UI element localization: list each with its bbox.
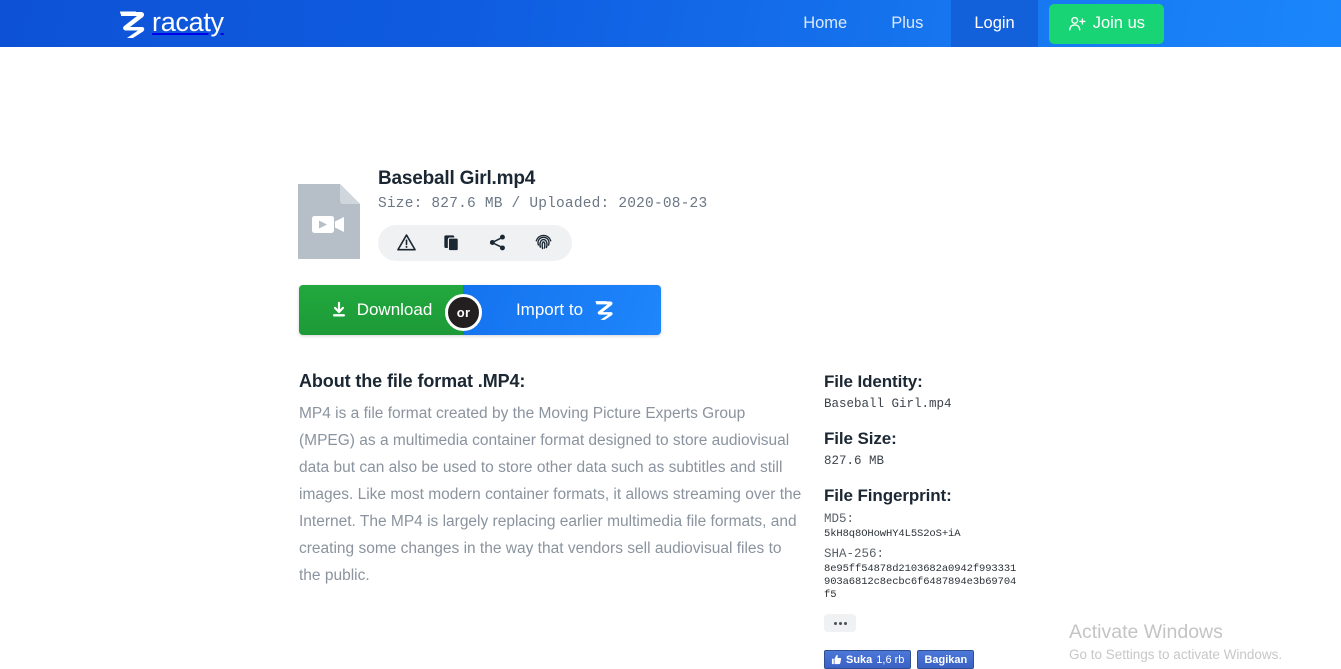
more-options-button[interactable] (824, 614, 856, 632)
download-icon (330, 301, 348, 319)
join-us-label: Join us (1092, 14, 1145, 32)
user-plus-icon (1068, 15, 1086, 33)
download-button[interactable]: Download (299, 285, 463, 335)
sha256-label: SHA-256: (824, 547, 885, 561)
thumbs-up-icon (831, 654, 842, 665)
video-file-icon (298, 139, 360, 264)
md5-label: MD5: (824, 512, 855, 526)
file-details-sidebar: File Identity: Baseball Girl.mp4 File Si… (824, 372, 1074, 632)
site-header: racaty Home Plus Login Join us (0, 0, 1341, 47)
brand-home-link[interactable]: racaty (115, 7, 224, 41)
watermark-title: Activate Windows (1069, 621, 1223, 643)
import-label: Import to (515, 300, 584, 319)
nav-item-home[interactable]: Home (781, 0, 869, 47)
about-body: MP4 is a file format created by the Movi… (299, 405, 802, 584)
or-badge: or (445, 294, 482, 331)
facebook-widget: Suka 1,6 rb Bagikan (824, 650, 975, 669)
file-size-value: 827.6 MB (824, 454, 885, 468)
report-button[interactable] (394, 230, 420, 256)
facebook-share-label: Bagikan (924, 653, 968, 666)
file-size-heading: File Size: (824, 429, 897, 448)
facebook-like-count: 1,6 rb (876, 653, 905, 666)
windows-activation-watermark: Activate Windows Go to Settings to activ… (1069, 619, 1282, 665)
login-button[interactable]: Login (951, 0, 1038, 47)
file-action-bar (378, 224, 572, 261)
download-label: Download (356, 300, 433, 319)
join-us-button[interactable]: Join us (1048, 3, 1164, 44)
racaty-r-logo-icon (592, 298, 616, 322)
main-nav: Home Plus Login Join us (781, 0, 1164, 47)
file-meta: Baseball Girl.mp4 Size: 827.6 MB / Uploa… (378, 139, 707, 264)
file-details: Size: 827.6 MB / Uploaded: 2020-08-23 (378, 195, 708, 212)
fingerprint-icon (534, 233, 553, 252)
brand-name: racaty (152, 6, 224, 37)
import-button[interactable]: Import to (463, 285, 661, 335)
file-summary: Baseball Girl.mp4 Size: 827.6 MB / Uploa… (298, 139, 707, 264)
facebook-like-label: Suka (846, 653, 873, 666)
share-icon (488, 233, 507, 252)
racaty-r-logo-icon (115, 7, 149, 41)
file-fingerprint-heading: File Fingerprint: (824, 486, 952, 505)
md5-value: 5kH8q8OHowHY4L5S2oS+iA (824, 528, 961, 540)
copy-icon (443, 234, 461, 252)
file-identity-value: Baseball Girl.mp4 (824, 397, 952, 411)
about-section: About the file format .MP4: MP4 is a fil… (299, 371, 802, 589)
ellipsis-icon (833, 621, 847, 625)
share-button[interactable] (485, 230, 511, 256)
about-title: About the file format .MP4: (299, 371, 526, 391)
file-identity-heading: File Identity: (824, 372, 923, 391)
facebook-like-button[interactable]: Suka 1,6 rb (824, 650, 912, 669)
copy-button[interactable] (439, 230, 465, 256)
fingerprint-button[interactable] (530, 230, 556, 256)
warning-triangle-icon (397, 233, 417, 252)
facebook-share-button[interactable]: Bagikan (917, 650, 975, 669)
sha256-value: 8e95ff54878d2103682a0942f993331903a6812c… (824, 563, 1017, 601)
file-name: Baseball Girl.mp4 (378, 168, 536, 189)
nav-item-plus[interactable]: Plus (869, 0, 945, 47)
watermark-subtitle: Go to Settings to activate Windows. (1069, 647, 1283, 662)
